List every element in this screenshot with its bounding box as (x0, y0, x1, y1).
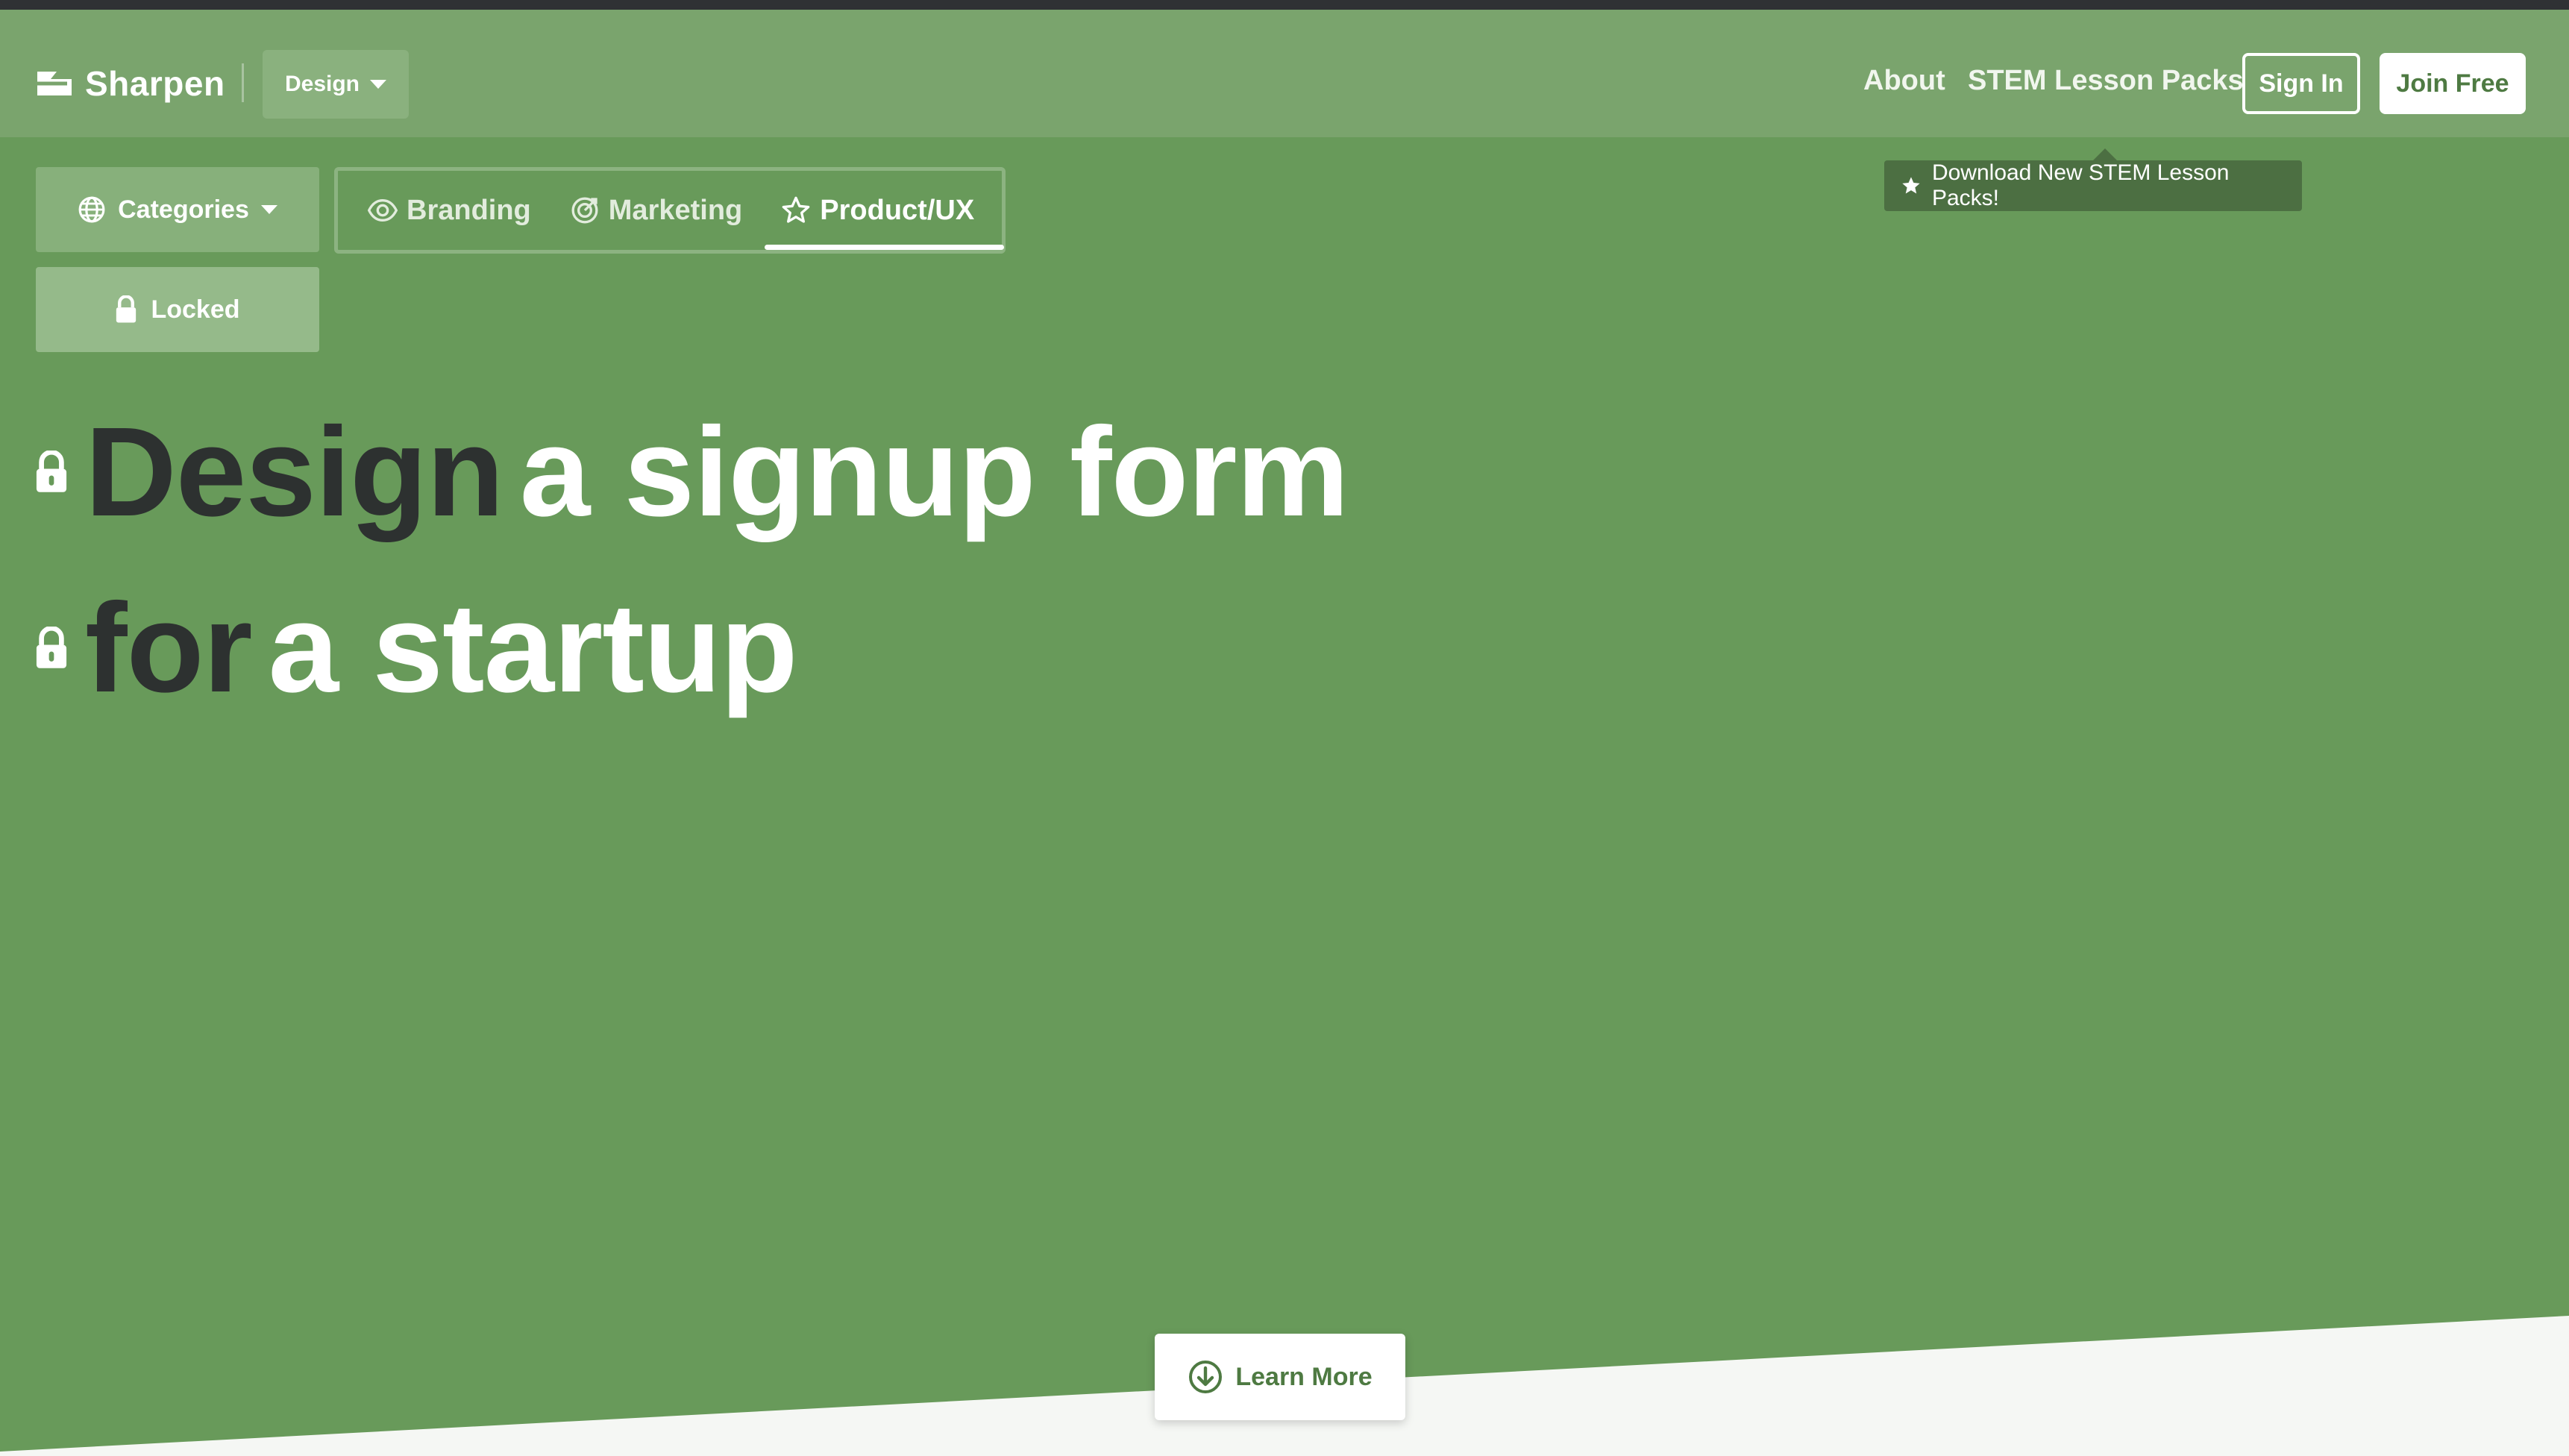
site-header: Sharpen Design About STEM Lesson Packs S… (0, 10, 2569, 137)
section-dropdown-button[interactable]: Design (263, 50, 409, 119)
logo-text: Sharpen (85, 64, 225, 103)
target-icon (571, 197, 598, 224)
categories-dropdown-button[interactable]: Categories (36, 167, 319, 252)
locked-filter-button[interactable]: Locked (36, 267, 319, 352)
tooltip-text: Download New STEM Lesson Packs! (1931, 160, 2230, 210)
nav-about-link[interactable]: About (1863, 65, 1945, 97)
tab-product-ux-label: Product/UX (820, 194, 975, 226)
globe-icon (78, 196, 105, 223)
section-dropdown-label: Design (284, 72, 360, 96)
top-strip (0, 0, 2569, 10)
join-free-button[interactable]: Join Free (2380, 53, 2526, 114)
tab-branding-label: Branding (407, 194, 531, 226)
prompt-line-2-text: a startup (268, 577, 798, 719)
prompt-line-2: for a startup (34, 577, 798, 719)
page: Sharpen Design About STEM Lesson Packs S… (0, 0, 2569, 1456)
star-icon (1902, 177, 1920, 194)
sharpen-logo-icon (37, 72, 72, 95)
prompt-line-2-keyword: for (85, 577, 253, 719)
tab-marketing[interactable]: Marketing (570, 171, 742, 250)
download-circle-icon (1189, 1361, 1223, 1393)
stem-download-tooltip[interactable]: Download New STEM Lesson Packs! (1884, 148, 2302, 211)
lock-icon[interactable] (34, 451, 69, 494)
learn-more-button[interactable]: Learn More (1155, 1334, 1405, 1420)
locked-label: Locked (151, 295, 240, 324)
chevron-down-icon (370, 80, 387, 89)
tab-product-ux[interactable]: Product/UX (765, 171, 1005, 250)
prompt-line-1-keyword: Design (85, 401, 504, 543)
logo-divider (242, 63, 244, 102)
star-icon (782, 196, 810, 223)
prompt-line-1: Design a signup form (34, 409, 1349, 536)
chevron-down-icon (260, 205, 277, 214)
sign-in-button[interactable]: Sign In (2242, 53, 2360, 114)
nav-stem-lesson-packs-link[interactable]: STEM Lesson Packs (1968, 65, 2244, 97)
prompt-line-1-text: a signup form (519, 401, 1349, 543)
learn-more-label: Learn More (1235, 1362, 1373, 1391)
categories-label: Categories (118, 195, 249, 224)
lock-icon[interactable] (34, 627, 69, 670)
lock-icon (116, 295, 137, 323)
tab-marketing-label: Marketing (608, 194, 743, 226)
logo-link[interactable]: Sharpen (34, 50, 225, 117)
tab-branding[interactable]: Branding (368, 171, 531, 250)
eye-icon (368, 198, 398, 222)
category-tabs: Branding Marketing Product/UX (334, 167, 1006, 254)
